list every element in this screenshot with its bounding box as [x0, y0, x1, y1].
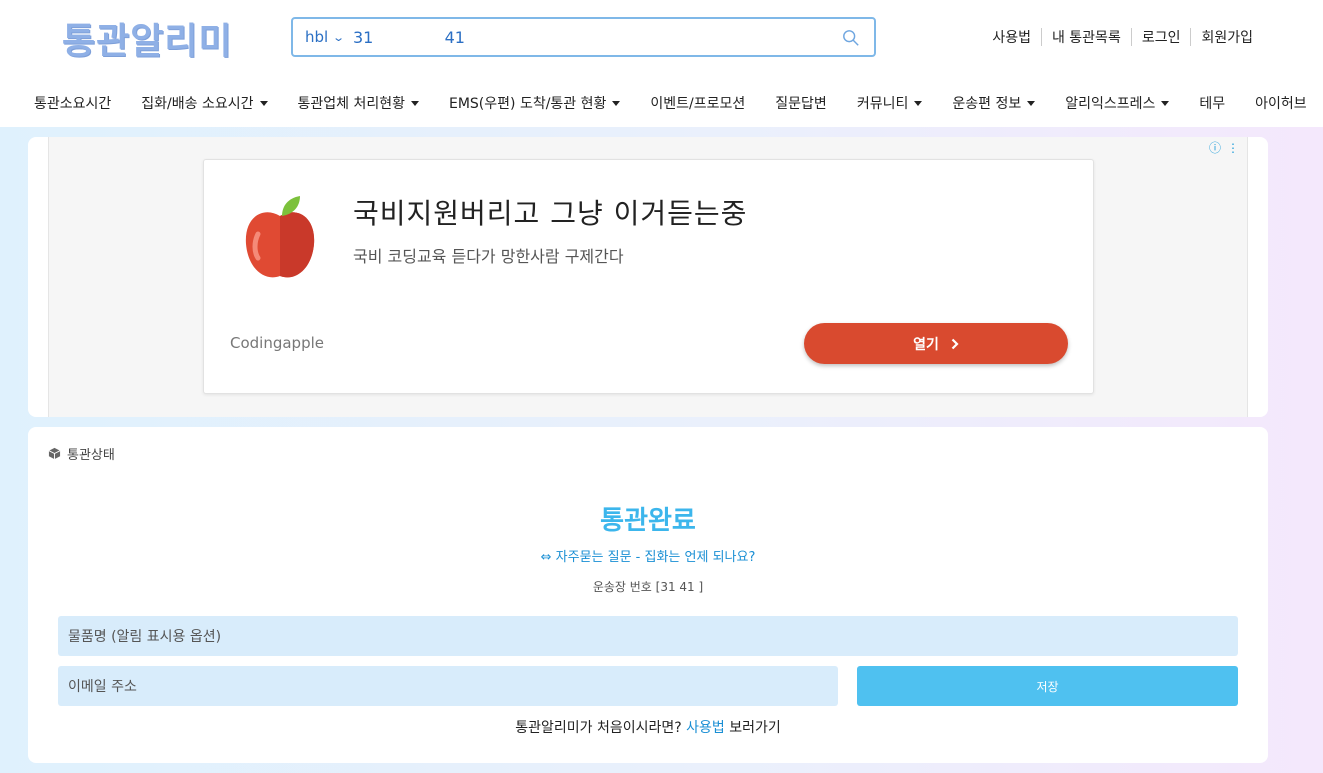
- tracking-number: 운송장 번호 [31 41 ]: [592, 580, 704, 594]
- caret-down-icon: [1027, 100, 1036, 106]
- nav-label: EMS(우편) 도착/통관 현황: [449, 96, 607, 112]
- ad-card: ⓘ ⋮ 국비지원버리고 그냥 이거듣는중 국비 코딩교육 듣다가 망한사람 구제…: [28, 137, 1268, 417]
- nav-label: 통관업체 처리현황: [297, 96, 406, 112]
- link-my-list[interactable]: 내 통관목록: [1042, 27, 1131, 47]
- card-header-label: 통관상태: [67, 448, 115, 463]
- nav-label: 커뮤니티: [856, 96, 909, 112]
- save-button[interactable]: 저장: [857, 666, 1238, 706]
- search-type-label: hbl: [305, 28, 329, 46]
- caret-down-icon: [1161, 100, 1170, 106]
- caret-down-icon: [612, 100, 621, 106]
- faq-link[interactable]: ⇔ 자주묻는 질문 - 집화는 언제 되나요?: [28, 546, 1268, 565]
- info-icon[interactable]: ⓘ: [1209, 139, 1221, 156]
- nav-item-temu[interactable]: 테무: [1199, 93, 1225, 113]
- faq-link-label: 자주묻는 질문 - 집화는 언제 되나요?: [555, 550, 756, 565]
- chevron-right-icon: [951, 338, 959, 349]
- ad-brand: Codingapple: [230, 334, 324, 352]
- nav-label: 질문답변: [775, 96, 827, 112]
- nav-label: 테무: [1199, 96, 1226, 112]
- link-usage[interactable]: 사용법: [982, 27, 1041, 47]
- caret-down-icon: [411, 100, 419, 106]
- nav-item-aliexpress[interactable]: 알리익스프레스: [1065, 93, 1170, 113]
- ad-banner[interactable]: 국비지원버리고 그냥 이거듣는중 국비 코딩교육 듣다가 망한사람 구제간다 C…: [203, 159, 1094, 394]
- item-name-input[interactable]: 물품명 (알림 표시용 옵션): [58, 616, 1238, 656]
- nav-item-pickup-time[interactable]: 집화/배송 소요시간: [141, 93, 268, 113]
- nav-item-transport-info[interactable]: 운송편 정보: [952, 93, 1036, 113]
- apple-logo-icon: [245, 196, 315, 278]
- search-icon[interactable]: [842, 29, 860, 47]
- ad-info[interactable]: ⓘ ⋮: [1209, 139, 1239, 156]
- nav-item-ems-status[interactable]: EMS(우편) 도착/통관 현황: [449, 93, 621, 113]
- status-title: 통관완료: [600, 506, 696, 536]
- ad-open-label: 열기: [913, 336, 939, 353]
- link-icon: ⇔: [540, 550, 556, 565]
- site-header: 통관알리미 hbl ⌄ 사용법 내 통관목록 로그인 회원가입 통관소요시간 집…: [0, 0, 1323, 127]
- search-input[interactable]: [353, 27, 813, 47]
- note-usage-link[interactable]: 사용법: [686, 720, 725, 736]
- site-logo[interactable]: 통관알리미: [62, 12, 233, 64]
- search-bar: hbl ⌄: [291, 17, 876, 57]
- link-login[interactable]: 로그인: [1132, 27, 1191, 47]
- nav-label: 운송편 정보: [952, 96, 1022, 112]
- note-prefix: 통관알리미가 처음이시라면?: [515, 720, 682, 736]
- nav-label: 통관소요시간: [34, 96, 112, 112]
- ad-description: 국비 코딩교육 듣다가 망한사람 구제간다: [353, 247, 624, 266]
- nav-label: 아이허브: [1255, 96, 1307, 112]
- more-icon[interactable]: ⋮: [1227, 141, 1239, 155]
- email-input[interactable]: 이메일 주소: [58, 666, 838, 706]
- card-header: 통관상태: [48, 444, 115, 463]
- clearance-status-card: 통관상태 통관완료 ⇔ 자주묻는 질문 - 집화는 언제 되나요? 운송장 번호…: [28, 427, 1268, 763]
- nav-label: 알리익스프레스: [1065, 96, 1156, 112]
- ad-title: 국비지원버리고 그냥 이거듣는중: [353, 197, 748, 230]
- caret-down-icon: [259, 100, 268, 106]
- nav-item-broker-status[interactable]: 통관업체 처리현황: [297, 93, 419, 113]
- nav-label: 이벤트/프로모션: [650, 96, 746, 112]
- link-signup[interactable]: 회원가입: [1191, 27, 1263, 47]
- nav-item-events[interactable]: 이벤트/프로모션: [650, 93, 745, 113]
- account-links: 사용법 내 통관목록 로그인 회원가입: [982, 27, 1263, 47]
- package-icon: [48, 447, 61, 460]
- search-type-select[interactable]: hbl ⌄: [305, 28, 353, 46]
- ad-open-button[interactable]: 열기: [804, 323, 1068, 364]
- note-suffix: 보러가기: [729, 720, 781, 736]
- nav-item-qna[interactable]: 질문답변: [775, 93, 827, 113]
- chevron-down-icon: ⌄: [332, 30, 346, 44]
- nav-item-iherb[interactable]: 아이허브: [1255, 93, 1307, 113]
- nav-item-community[interactable]: 커뮤니티: [857, 93, 923, 113]
- caret-down-icon: [914, 100, 923, 106]
- nav-item-clearance-time[interactable]: 통관소요시간: [34, 93, 111, 113]
- nav-label: 집화/배송 소요시간: [141, 96, 254, 112]
- usage-note: 통관알리미가 처음이시라면? 사용법 보러가기: [28, 717, 1268, 737]
- ad-frame: ⓘ ⋮ 국비지원버리고 그냥 이거듣는중 국비 코딩교육 듣다가 망한사람 구제…: [48, 137, 1248, 417]
- main-nav: 통관소요시간 집화/배송 소요시간 통관업체 처리현황 EMS(우편) 도착/통…: [34, 93, 1307, 113]
